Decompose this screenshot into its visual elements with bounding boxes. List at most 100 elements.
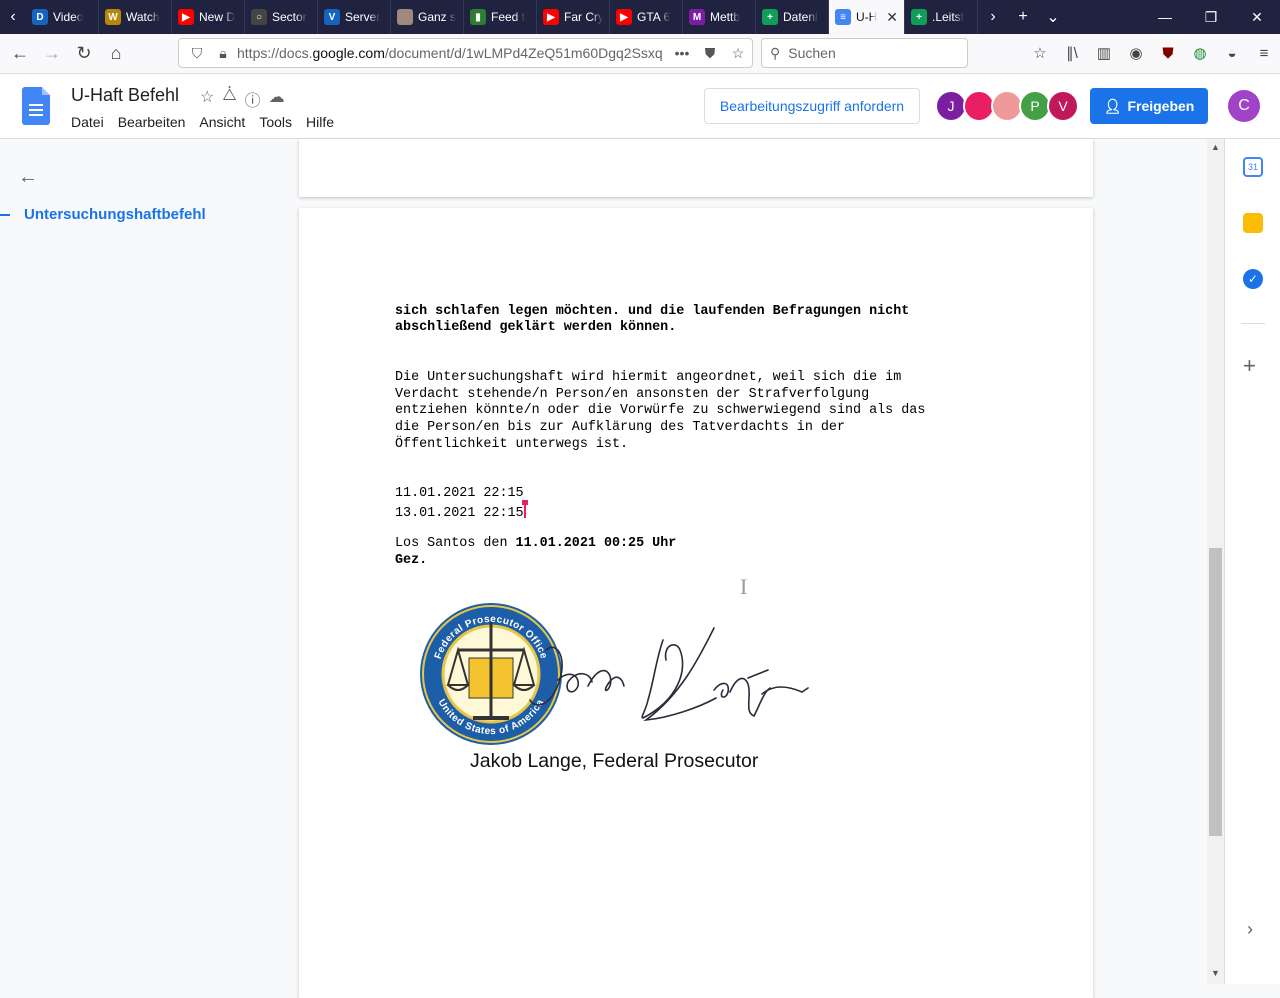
url-bar[interactable]: ⛉ 🔒︎ https://docs.google.com/document/d/… [178,38,753,68]
collaborator-avatar[interactable]: V [1047,90,1079,122]
user-avatar[interactable]: C [1228,90,1260,122]
menu-item[interactable]: Datei [71,114,104,130]
paragraph-line: die Person/en bis zur Aufklärung des Tat… [395,420,845,435]
scroll-down-icon[interactable]: ▼ [1207,968,1224,978]
drive-move-icon[interactable]: ⧊ [222,87,236,111]
restore-icon[interactable]: ❐ [1188,9,1234,26]
new-tab-icon[interactable]: + [1008,8,1038,26]
tab-title: Feed t [491,10,526,24]
tab-title: U-H [856,10,878,24]
browser-tab[interactable]: + Datenl [756,0,829,34]
tab-strip-controls: › + ⌄ [978,0,1068,34]
tab-title: Datenl [783,10,818,24]
browser-tab[interactable]: ▶ Far Cry [537,0,610,34]
gez-line: Gez. [395,553,428,568]
browser-tab[interactable]: W Watch [99,0,172,34]
browser-tab[interactable]: ○ Sector [245,0,318,34]
browser-tab[interactable]: D Video [26,0,99,34]
tab-title: GTA 6 [637,10,671,24]
docs-logo-icon[interactable] [22,87,50,125]
outline-back-icon[interactable]: ← [18,166,38,189]
window-controls: — ❐ ✕ [1142,0,1280,34]
tab-favicon-icon: V [324,9,340,25]
tab-scroll-right-icon[interactable]: › [978,8,1008,26]
browser-tab[interactable]: ▶ New D [172,0,245,34]
back-icon[interactable]: ← [4,38,36,70]
person-icon: 👤︎ [1103,97,1122,114]
paragraph-line: Öffentlichkeit unterwegs ist. [395,437,629,452]
tasks-icon[interactable]: ✓ [1243,269,1263,289]
tab-title: Watch [126,10,160,24]
account-icon[interactable]: ◉ [1120,44,1152,62]
tab-favicon-icon: ○ [251,9,267,25]
time-line: 11.01.2021 22:15 [395,486,524,501]
page-actions-icon[interactable]: ••• [668,45,696,61]
toolbar-extensions: ☆ ∥\ ▥ ◉ ⛊ ◍ ◒ ≡ [1024,38,1280,68]
browser-toolbar: ← → ↻ ⌂ ⛉ 🔒︎ https://docs.google.com/doc… [0,34,1280,74]
url-text[interactable]: https://docs.google.com/document/d/1wLMP… [237,45,668,61]
menu-item[interactable]: Bearbeiten [118,114,186,130]
menu-icon[interactable]: ≡ [1248,45,1280,62]
reload-icon[interactable]: ↻ [68,38,100,70]
paragraph-line: abschließend geklärt werden können. [395,320,677,335]
tab-title: Far Cry [564,10,603,24]
menu-item[interactable]: Hilfe [306,114,334,130]
keep-icon[interactable] [1243,213,1263,233]
tab-favicon-icon: ▶ [543,9,559,25]
outline-heading-item[interactable]: Untersuchungshaftbefehl [24,206,206,223]
tab-favicon-icon: ≡ [835,9,851,25]
browser-tab[interactable]: ▶ GTA 6 [610,0,683,34]
calendar-icon[interactable]: 31 [1243,157,1263,177]
minimize-icon[interactable]: — [1142,9,1188,25]
close-tab-icon[interactable]: ✕ [886,9,898,26]
info-icon[interactable]: ⓘ [245,87,261,111]
tab-list-dropdown-icon[interactable]: ⌄ [1038,7,1068,27]
search-bar[interactable]: ⚲ Suchen [761,38,968,68]
side-panel: 31 ✓ + › [1224,139,1280,984]
cloud-status-icon[interactable]: ☁ [269,87,285,111]
document-title[interactable]: U-Haft Befehl [71,85,179,106]
home-icon[interactable]: ⌂ [100,38,132,70]
browser-tab[interactable]: ▮ Feed t [464,0,537,34]
tab-title: Ganz s [418,10,457,24]
share-button[interactable]: 👤︎ Freigeben [1090,88,1208,124]
time-text: 13.01.2021 22:15 [395,506,524,521]
tab-list: D Video W Watch ▶ New D ○ Sector V Server Ganz s ▮ F… [26,0,978,34]
lock-icon[interactable]: 🔒︎ [209,45,237,62]
browser-tab[interactable]: Ganz s [391,0,464,34]
signature-caption: Jakob Lange, Federal Prosecutor [470,750,759,772]
browser-tab[interactable]: M Mettb [683,0,756,34]
handwritten-signature [529,627,809,722]
docs-menu-bar: Datei Bearbeiten Ansicht Tools Hilfe [71,114,348,130]
ublock-icon[interactable]: ⛊ [1152,45,1184,62]
star-icon[interactable]: ☆ [200,87,214,111]
bookmarks-icon[interactable]: ☆ [1024,44,1056,62]
close-window-icon[interactable]: ✕ [1234,9,1280,26]
scroll-up-icon[interactable]: ▲ [1207,142,1224,152]
forward-icon[interactable]: → [36,38,68,70]
sidebar-icon[interactable]: ▥ [1088,44,1120,62]
browser-tab[interactable]: ≡ U-H ✕ [829,0,905,34]
tracking-shield-icon[interactable]: ⛉ [183,45,211,62]
browser-tab[interactable]: + .Leitst [905,0,978,34]
request-edit-access-button[interactable]: Bearbeitungszugriff anfordern [704,88,920,124]
menu-item[interactable]: Ansicht [199,114,245,130]
menu-item[interactable]: Tools [259,114,292,130]
search-placeholder: Suchen [788,45,836,61]
tab-favicon-icon: D [32,9,48,25]
browser-tab[interactable]: V Server [318,0,391,34]
paragraph-line: sich schlafen legen möchten. und die lau… [395,304,910,319]
expand-panel-icon[interactable]: › [1247,919,1253,940]
collaborator-avatars: JPV [935,90,1079,122]
add-addon-icon[interactable]: + [1243,353,1256,379]
bookmark-star-icon[interactable]: ☆ [724,45,752,62]
pocket-icon[interactable]: ⛊ [696,45,724,62]
place-date: 11.01.2021 00:25 Uhr [515,536,677,551]
tab-title: Video [53,10,84,24]
extension-icon[interactable]: ◍ [1184,44,1216,62]
extension-mask-icon[interactable]: ◒ [1216,45,1248,62]
tab-scroll-left-icon[interactable]: ‹ [0,0,26,34]
library-icon[interactable]: ∥\ [1056,44,1088,62]
scrollbar-thumb[interactable] [1209,548,1222,836]
title-icons: ☆ ⧊ ⓘ ☁ [200,87,285,111]
